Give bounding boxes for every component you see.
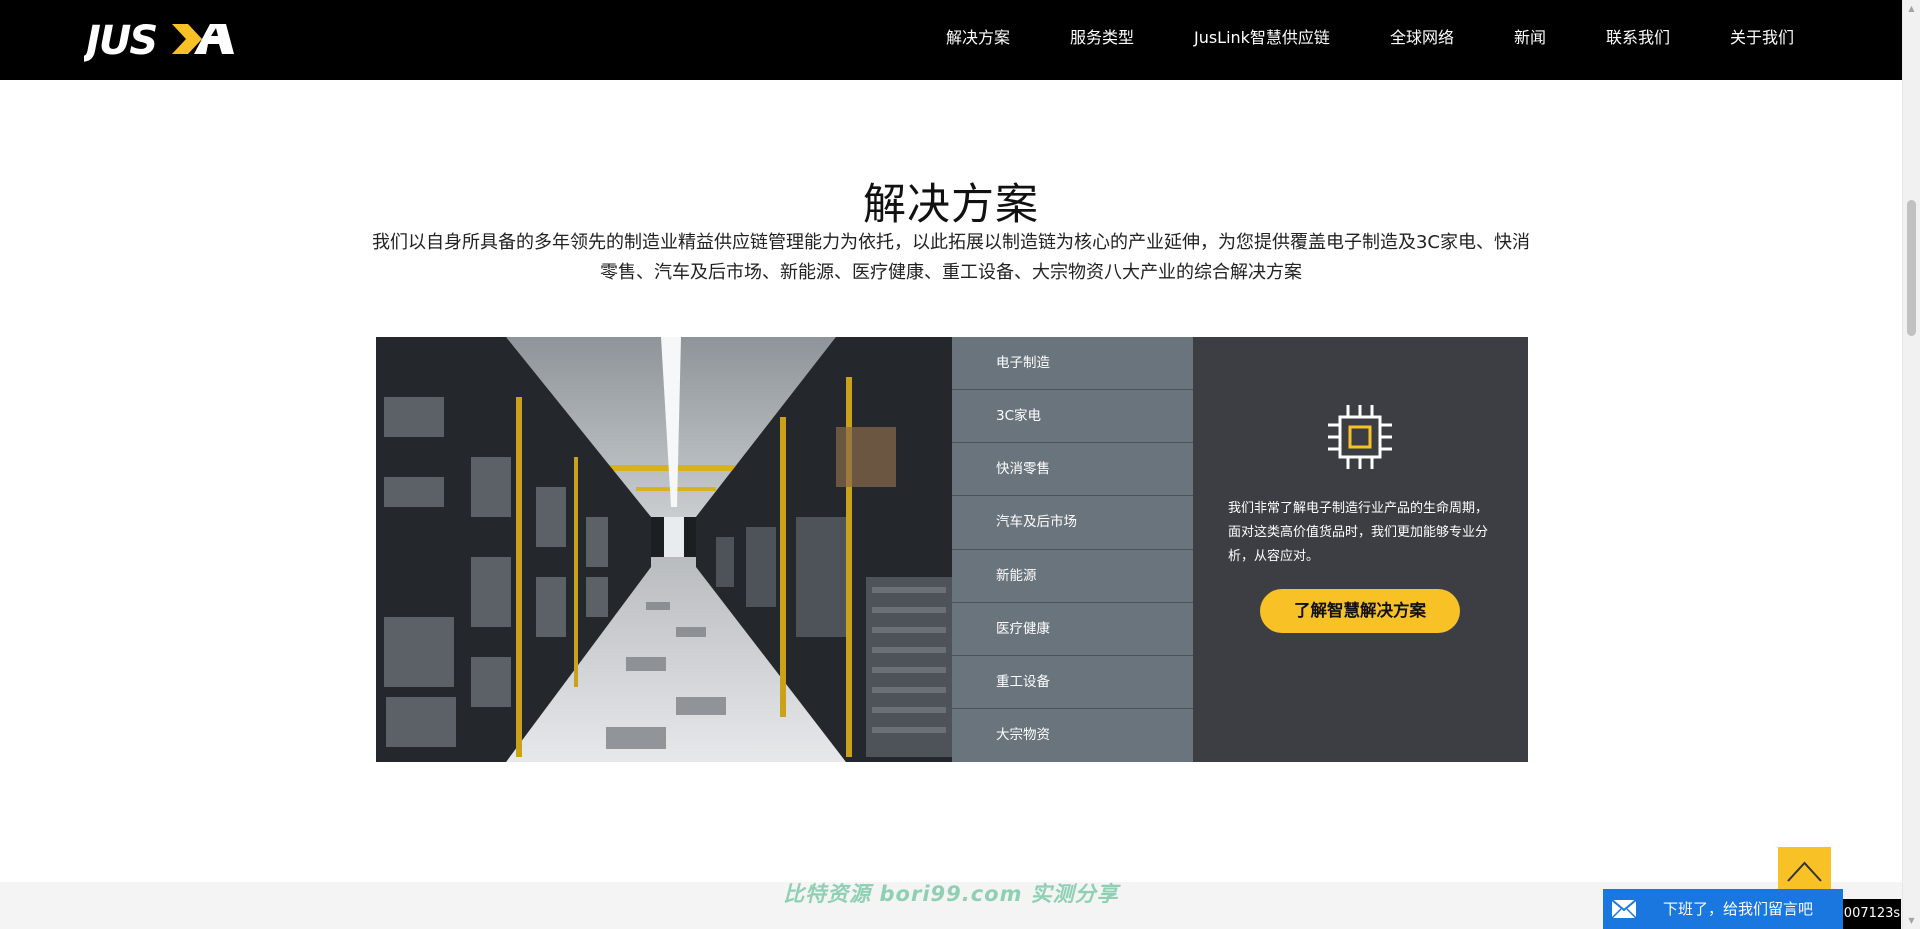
solution-menu-item-3c-appliances[interactable]: 3C家电: [952, 390, 1193, 444]
jusda-logo[interactable]: JUS: [84, 14, 254, 62]
solution-menu-item-bulk-commodities[interactable]: 大宗物资: [952, 709, 1193, 762]
svg-text:JUS: JUS: [84, 18, 156, 62]
page: JUS 解决方案 服务类型 JusLink智慧供应链 全球网络 新闻 联系我们 …: [0, 0, 1920, 929]
nav-about[interactable]: 关于我们: [1730, 24, 1794, 48]
data-center-image: [376, 337, 952, 762]
server-room-illustration: [376, 337, 952, 762]
section-description: 我们以自身所具备的多年领先的制造业精益供应链管理能力为依托，以此拓展以制造链为核…: [371, 232, 1530, 283]
solution-menu-item-heavy-equipment[interactable]: 重工设备: [952, 656, 1193, 709]
nav-contact[interactable]: 联系我们: [1606, 24, 1670, 48]
solution-panel: 电子制造 3C家电 快消零售 汽车及后市场 新能源 医疗健康 重工设备 大宗物资: [376, 337, 1528, 762]
leave-message-bar[interactable]: 下班了，给我们留言吧: [1603, 889, 1843, 929]
solution-menu-item-new-energy[interactable]: 新能源: [952, 550, 1193, 603]
solution-menu-item-electronics[interactable]: 电子制造: [952, 337, 1193, 391]
solution-menu-item-automotive[interactable]: 汽车及后市场: [952, 496, 1193, 550]
vertical-scrollbar[interactable]: ▲ ▼: [1902, 0, 1920, 929]
mail-icon: [1611, 899, 1637, 919]
main-nav: 解决方案 服务类型 JusLink智慧供应链 全球网络 新闻 联系我们 关于我们: [886, 0, 1794, 72]
nav-news[interactable]: 新闻: [1514, 24, 1546, 48]
solution-menu: 电子制造 3C家电 快消零售 汽车及后市场 新能源 医疗健康 重工设备 大宗物资: [952, 337, 1193, 762]
site-header: JUS 解决方案 服务类型 JusLink智慧供应链 全球网络 新闻 联系我们 …: [0, 0, 1902, 80]
scroll-down-arrow-icon[interactable]: ▼: [1903, 912, 1920, 929]
nav-juslink[interactable]: JusLink智慧供应链: [1194, 24, 1330, 48]
leave-message-label: 下班了，给我们留言吧: [1663, 900, 1814, 918]
nav-service-types[interactable]: 服务类型: [1070, 24, 1134, 48]
chip-icon: [1328, 405, 1392, 469]
scroll-thumb[interactable]: [1907, 200, 1916, 336]
section-title: 解决方案: [863, 180, 1039, 230]
session-timer: 007123s: [1843, 899, 1901, 929]
solution-detail-text: 我们非常了解电子制造行业产品的生命周期，面对这类高价值货品时，我们更加能够专业分…: [1228, 501, 1489, 564]
scroll-up-arrow-icon[interactable]: ▲: [1903, 0, 1920, 17]
solution-detail: 我们非常了解电子制造行业产品的生命周期，面对这类高价值货品时，我们更加能够专业分…: [1193, 337, 1528, 762]
learn-solutions-button[interactable]: 了解智慧解决方案: [1260, 589, 1460, 633]
solution-menu-item-healthcare[interactable]: 医疗健康: [952, 603, 1193, 656]
nav-global-network[interactable]: 全球网络: [1390, 24, 1454, 48]
nav-solutions[interactable]: 解决方案: [946, 24, 1010, 48]
solution-menu-item-fmcg-retail[interactable]: 快消零售: [952, 443, 1193, 497]
